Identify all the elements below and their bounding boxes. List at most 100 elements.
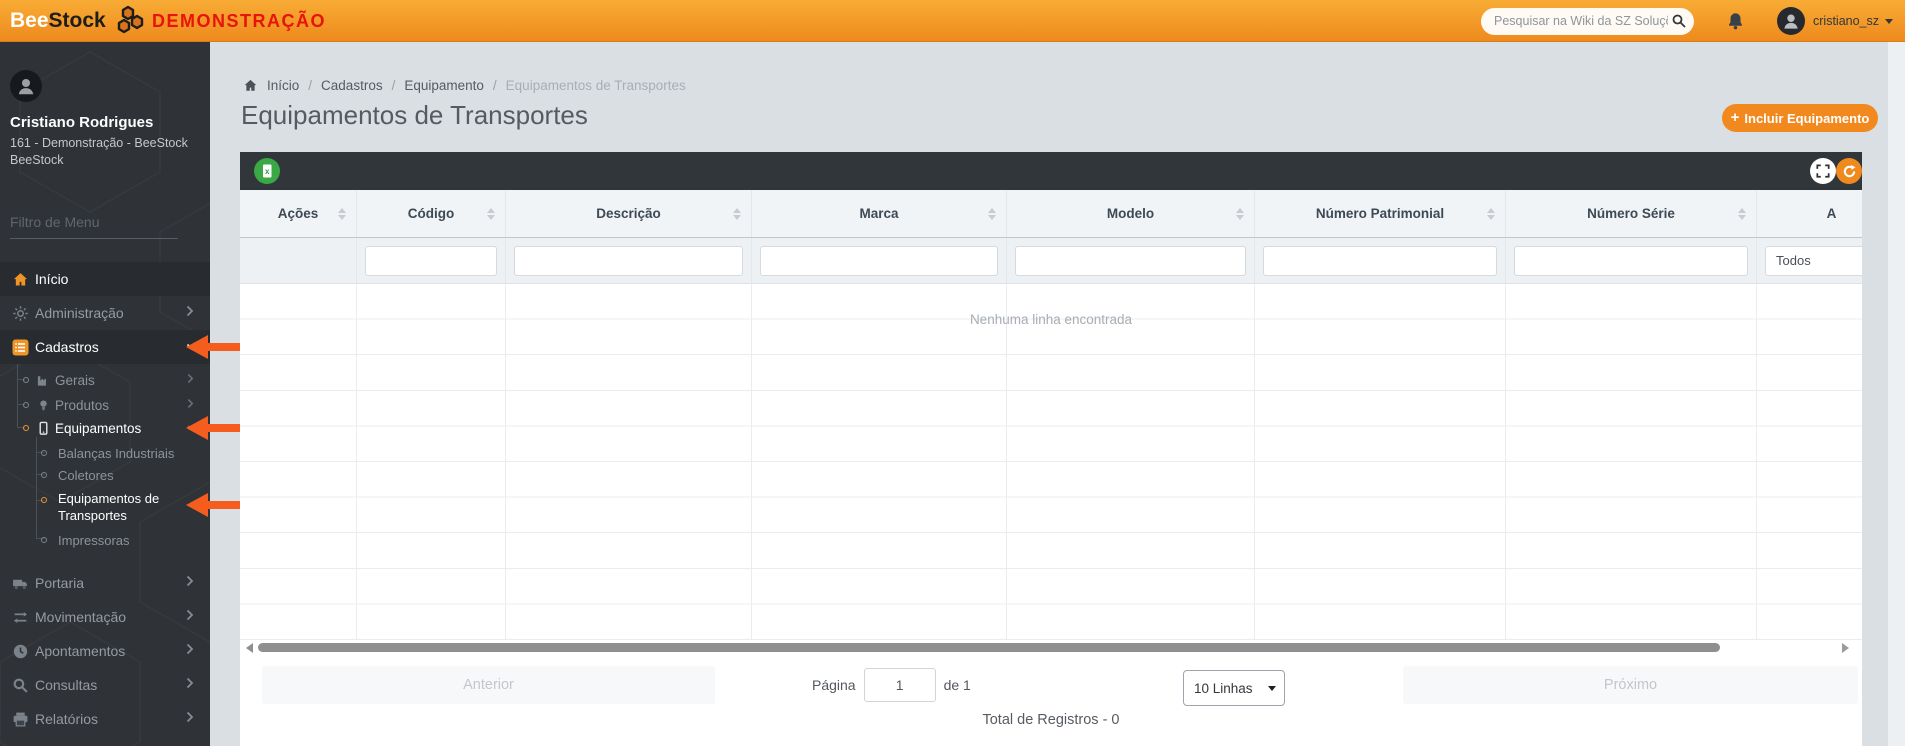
profile-avatar[interactable]: [10, 70, 42, 102]
refresh-button[interactable]: [1836, 158, 1862, 184]
user-avatar[interactable]: [1777, 7, 1805, 35]
horizontal-scrollbar-thumb[interactable]: [258, 643, 1720, 652]
brand-bee: Bee: [10, 9, 49, 32]
horizontal-scrollbar: [240, 642, 1862, 654]
page-scrollbar-track[interactable]: [1888, 42, 1905, 746]
search-icon: [12, 677, 29, 694]
incluir-equipamento-button[interactable]: + Incluir Equipamento: [1722, 104, 1878, 132]
table-filter-row: Todos: [240, 238, 1862, 284]
page-size-select[interactable]: 10 Linhas: [1183, 670, 1285, 706]
breadcrumb: Início / Cadastros / Equipamento / Equip…: [243, 78, 686, 93]
sidebar-item-consultas[interactable]: Consultas: [0, 668, 210, 702]
sort-icon[interactable]: [1487, 207, 1495, 220]
column-header-marca[interactable]: Marca: [751, 190, 1006, 237]
beestock-logo[interactable]: Bee Stock: [10, 0, 148, 42]
chevron-right-icon: [186, 710, 194, 728]
sidebar-item-administracao[interactable]: Administração: [0, 296, 210, 330]
sidebar-item-cadastros[interactable]: Cadastros: [0, 330, 210, 364]
column-header-ativo[interactable]: A: [1756, 190, 1862, 237]
chevron-right-icon: [186, 574, 194, 592]
sidebar-item-apontamentos[interactable]: Apontamentos: [0, 634, 210, 668]
breadcrumb-inicio[interactable]: Início: [267, 78, 299, 93]
page-of-label: de 1: [943, 677, 971, 693]
sort-icon[interactable]: [487, 207, 495, 220]
mobile-device-icon: [36, 421, 51, 436]
sidebar-item-produtos[interactable]: Produtos: [0, 393, 210, 417]
plus-icon: +: [1730, 109, 1740, 126]
sidebar-item-coletores[interactable]: Coletores: [0, 464, 210, 486]
notifications-bell-icon[interactable]: [1726, 11, 1745, 31]
sort-icon[interactable]: [338, 207, 346, 220]
factory-icon: [36, 373, 51, 388]
bullet-icon: [41, 537, 47, 543]
scroll-left-arrow-icon[interactable]: [246, 643, 253, 653]
fullscreen-button[interactable]: [1810, 158, 1836, 184]
page-number-input[interactable]: [863, 668, 936, 702]
user-menu-caret-icon[interactable]: [1885, 18, 1893, 24]
swap-arrows-icon: [12, 609, 29, 626]
home-icon[interactable]: [243, 78, 258, 93]
bullet-icon: [41, 497, 47, 503]
menu-filter-input[interactable]: [10, 210, 178, 239]
list-icon: [12, 339, 29, 356]
filter-select-ativo[interactable]: Todos: [1765, 246, 1862, 276]
column-header-descricao[interactable]: Descrição: [505, 190, 751, 237]
breadcrumb-cadastros[interactable]: Cadastros: [321, 78, 383, 93]
scroll-right-arrow-icon[interactable]: [1842, 643, 1849, 653]
expand-icon: [1816, 164, 1830, 178]
sidebar-item-balancas-industriais[interactable]: Balanças Industriais: [0, 442, 210, 464]
column-header-numero-patrimonial[interactable]: Número Patrimonial: [1254, 190, 1505, 237]
refresh-icon: [1843, 164, 1855, 177]
printer-icon: [12, 711, 29, 728]
chevron-right-icon: [186, 608, 194, 626]
next-page-button[interactable]: Próximo: [1403, 666, 1858, 704]
truck-icon: [12, 575, 29, 592]
previous-page-button[interactable]: Anterior: [262, 666, 715, 704]
breadcrumb-separator: /: [391, 78, 396, 93]
sidebar-item-equipamentos-de-transportes[interactable]: Equipamentos de Transportes: [0, 490, 210, 528]
wiki-search-input[interactable]: [1481, 7, 1694, 35]
column-header-acoes[interactable]: Ações: [240, 190, 356, 237]
table-header-row: Ações Código Descrição Marca Modelo Núme…: [240, 190, 1862, 238]
search-icon[interactable]: [1671, 13, 1687, 29]
chevron-right-icon: [187, 371, 194, 389]
sidebar-item-gerais[interactable]: Gerais: [0, 368, 210, 392]
filter-input-numero-serie[interactable]: [1514, 246, 1748, 276]
sidebar-item-inicio[interactable]: Início: [0, 262, 210, 296]
sidebar-item-relatorios[interactable]: Relatórios: [0, 702, 210, 736]
person-icon: [1784, 14, 1798, 29]
top-bar: Bee Stock DEMONSTRAÇÃO Pesquisar na Wiki…: [0, 0, 1905, 42]
breadcrumb-separator: /: [308, 78, 313, 93]
chevron-right-icon: [186, 304, 194, 322]
column-header-numero-serie[interactable]: Número Série: [1505, 190, 1756, 237]
filter-input-numero-patrimonial[interactable]: [1263, 246, 1497, 276]
filter-input-descricao[interactable]: [514, 246, 743, 276]
sidebar-item-impressoras[interactable]: Impressoras: [0, 529, 210, 551]
lightbulb-icon: [36, 398, 51, 413]
sidebar-item-movimentacao[interactable]: Movimentação: [0, 600, 210, 634]
chevron-right-icon: [186, 642, 194, 660]
page-title: Equipamentos de Transportes: [241, 100, 588, 130]
filter-input-modelo[interactable]: [1015, 246, 1246, 276]
column-header-codigo[interactable]: Código: [356, 190, 505, 237]
filter-input-marca[interactable]: [760, 246, 998, 276]
sidebar-item-portaria[interactable]: Portaria: [0, 566, 210, 600]
filter-input-codigo[interactable]: [365, 246, 497, 276]
bullet-icon: [23, 377, 29, 383]
column-header-modelo[interactable]: Modelo: [1006, 190, 1254, 237]
username-label[interactable]: cristiano_sz: [1813, 14, 1879, 28]
sort-icon[interactable]: [1738, 207, 1746, 220]
sidebar-item-equipamentos[interactable]: Equipamentos: [0, 416, 210, 440]
select-caret-icon: [1268, 685, 1276, 691]
profile-name: Cristiano Rodrigues: [10, 114, 154, 131]
export-excel-button[interactable]: x: [254, 158, 280, 184]
svg-text:x: x: [265, 167, 270, 176]
sort-icon[interactable]: [988, 207, 996, 220]
sort-icon[interactable]: [1236, 207, 1244, 220]
sort-icon[interactable]: [733, 207, 741, 220]
bullet-icon: [41, 450, 47, 456]
table-body: [240, 284, 1862, 640]
honeycomb-icon: [117, 5, 143, 34]
breadcrumb-equipamento[interactable]: Equipamento: [404, 78, 484, 93]
sidebar: Cristiano Rodrigues 161 - Demonstração -…: [0, 42, 210, 746]
